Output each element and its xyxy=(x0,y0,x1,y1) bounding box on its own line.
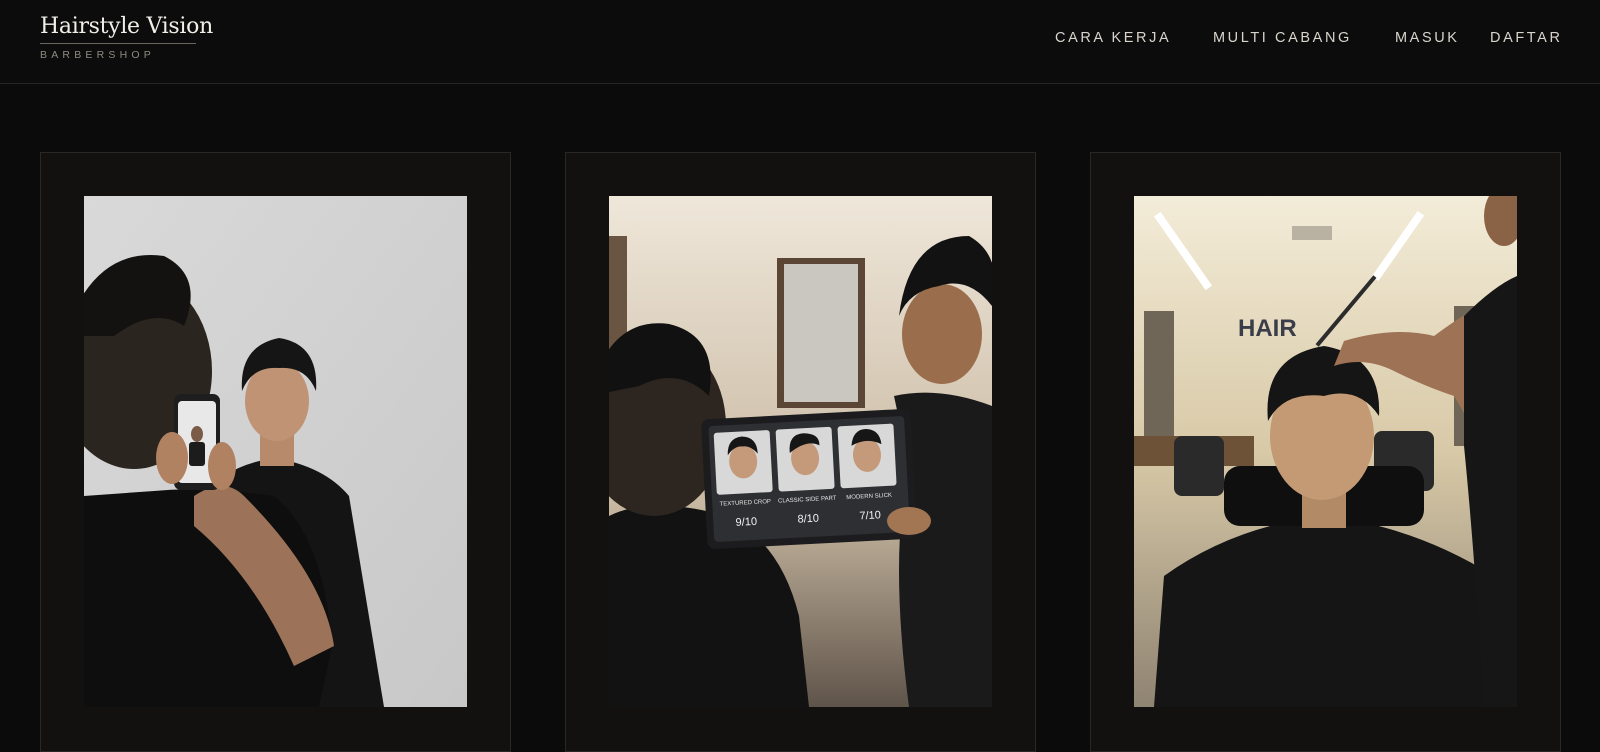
nav-cara-kerja[interactable]: CARA KERJA xyxy=(1055,28,1171,48)
nav-multi-cabang[interactable]: MULTI CABANG xyxy=(1213,28,1352,48)
wall-sign-text: HAIR xyxy=(1238,315,1297,342)
brand-subtitle: BARBERSHOP xyxy=(40,49,155,61)
tablet-style-3-score: 7/10 xyxy=(859,509,881,522)
feature-card-style-recommendation: TEXTURED CROP CLASSIC SIDE PART MODERN S… xyxy=(565,152,1036,752)
nav-daftar[interactable]: DAFTAR xyxy=(1490,28,1563,48)
photo-barber-showing-tablet: TEXTURED CROP CLASSIC SIDE PART MODERN S… xyxy=(609,196,992,707)
tablet-style-1-score: 9/10 xyxy=(735,516,757,529)
photo-barber-cutting-hair: HAIR xyxy=(1134,196,1517,707)
feature-card-photo-scan xyxy=(40,152,511,752)
nav-masuk[interactable]: MASUK xyxy=(1395,28,1460,48)
site-header: Hairstyle Vision BARBERSHOP CARA KERJA M… xyxy=(0,0,1600,84)
brand-logo[interactable]: Hairstyle Vision BARBERSHOP xyxy=(40,12,213,61)
brand-title: Hairstyle Vision xyxy=(40,14,213,39)
tablet-style-2-score: 8/10 xyxy=(797,513,819,526)
photo-man-taking-phone-picture xyxy=(84,196,467,707)
brand-divider xyxy=(40,43,196,44)
feature-card-haircut: HAIR xyxy=(1090,152,1561,752)
